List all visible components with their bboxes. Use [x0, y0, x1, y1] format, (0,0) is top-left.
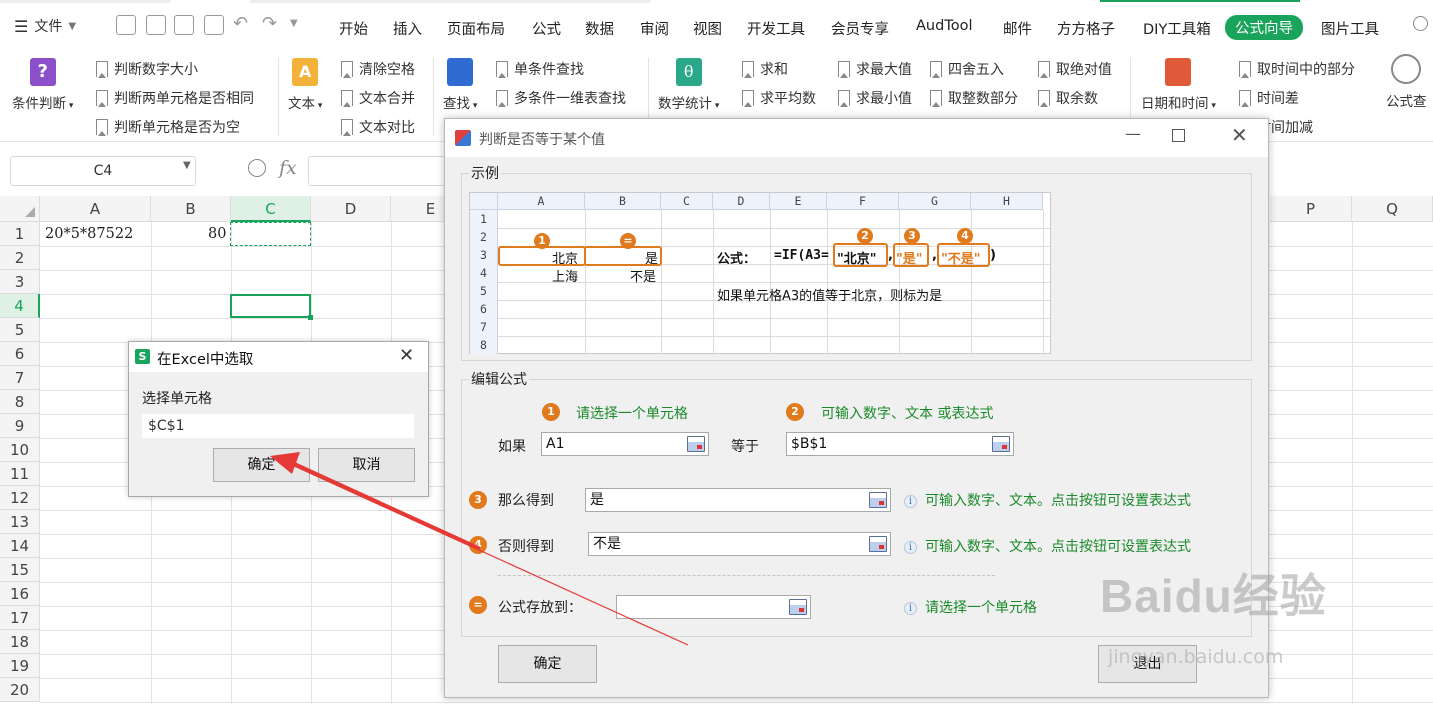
arrow-head	[270, 452, 300, 474]
baidu-watermark-url: jingyan.baidu.com	[1108, 646, 1284, 668]
arrow-shaft	[290, 461, 480, 550]
baidu-watermark-logo: Baidu经验	[1100, 570, 1327, 622]
